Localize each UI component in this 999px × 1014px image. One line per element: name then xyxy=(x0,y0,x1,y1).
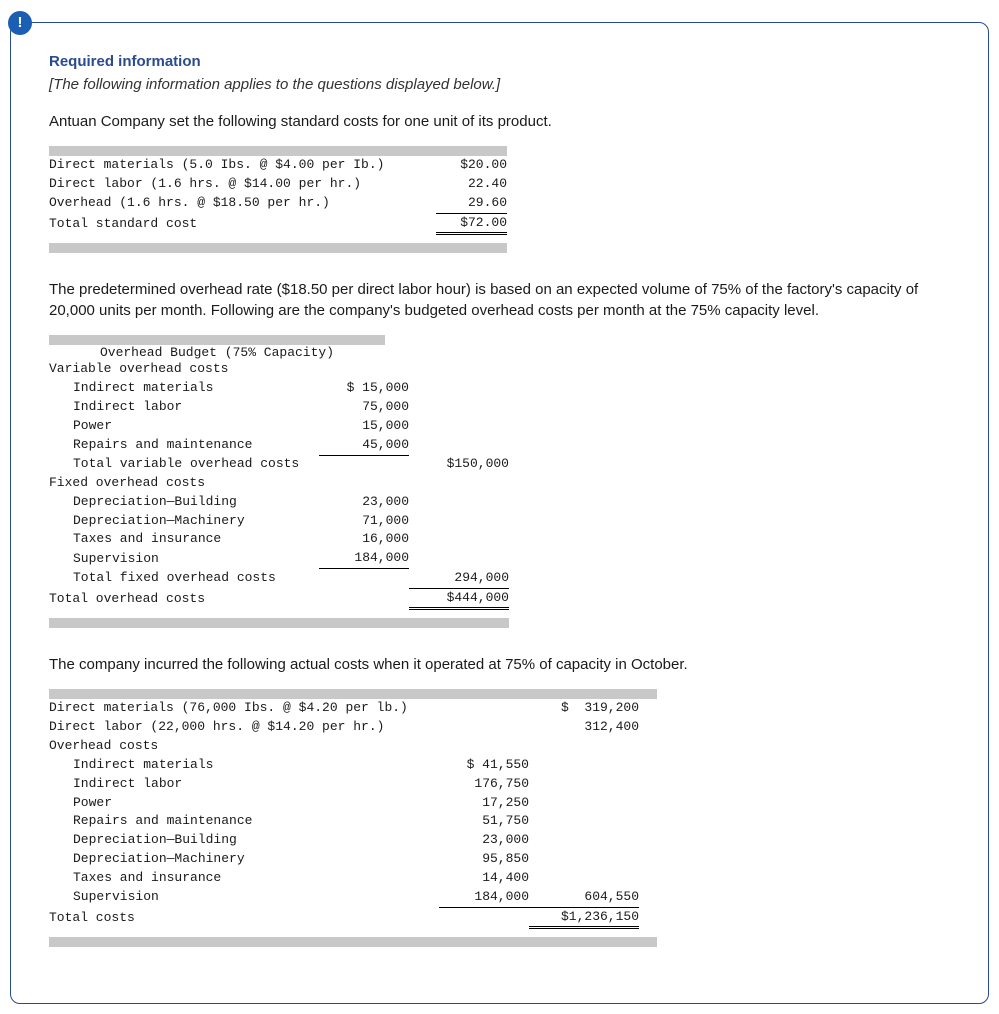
table-total-row: Total standard cost $72.00 xyxy=(49,213,507,234)
table-row: Direct materials (5.0 Ibs. @ $4.00 per I… xyxy=(49,156,507,175)
table-row: Depreciation—Machinery 71,000 xyxy=(49,512,509,531)
predetermined-rate-paragraph: The predetermined overhead rate ($18.50 … xyxy=(49,279,950,321)
table-row: Power 17,250 xyxy=(49,794,639,813)
table-row: Indirect materials $ 41,550 xyxy=(49,756,639,775)
table-row: Taxes and insurance 14,400 xyxy=(49,869,639,888)
table-row: Supervision 184,000 604,550 xyxy=(49,888,639,907)
grand-total-row: Total costs $1,236,150 xyxy=(49,907,639,928)
required-information-title: Required information xyxy=(49,53,950,70)
question-card: ! Required information [The following in… xyxy=(10,22,989,1004)
overhead-budget-title: Overhead Budget (75% Capacity) xyxy=(49,345,385,360)
overhead-budget-table: Overhead Budget (75% Capacity) Variable … xyxy=(49,335,950,628)
table-row: Indirect labor 75,000 xyxy=(49,398,509,417)
table-row: Overhead (1.6 hrs. @ $18.50 per hr.) 29.… xyxy=(49,194,507,213)
table-row: Power 15,000 xyxy=(49,417,509,436)
section-header: Fixed overhead costs xyxy=(49,474,509,493)
table-row: Direct labor (22,000 hrs. @ $14.20 per h… xyxy=(49,718,639,737)
table-row: Depreciation—Building 23,000 xyxy=(49,493,509,512)
section-header: Overhead costs xyxy=(49,737,639,756)
standard-cost-table: Direct materials (5.0 Ibs. @ $4.00 per I… xyxy=(49,146,950,253)
actual-costs-paragraph: The company incurred the following actua… xyxy=(49,654,950,675)
table-row: Indirect labor 176,750 xyxy=(49,775,639,794)
table-row: Depreciation—Building 23,000 xyxy=(49,831,639,850)
table-row: Supervision 184,000 xyxy=(49,549,509,568)
grand-total-row: Total overhead costs $444,000 xyxy=(49,588,509,609)
actual-costs-table: Direct materials (76,000 Ibs. @ $4.20 pe… xyxy=(49,689,950,947)
subtotal-row: Total fixed overhead costs 294,000 xyxy=(49,569,509,588)
table-row: Indirect materials $ 15,000 xyxy=(49,379,509,398)
subtotal-row: Total variable overhead costs $150,000 xyxy=(49,455,509,474)
table-row: Repairs and maintenance 51,750 xyxy=(49,812,639,831)
applies-to-text: [The following information applies to th… xyxy=(49,76,950,93)
table-row: Direct materials (76,000 Ibs. @ $4.20 pe… xyxy=(49,699,639,718)
table-row: Repairs and maintenance 45,000 xyxy=(49,436,509,455)
table-row: Direct labor (1.6 hrs. @ $14.00 per hr.)… xyxy=(49,175,507,194)
section-header: Variable overhead costs xyxy=(49,360,509,379)
info-icon: ! xyxy=(8,11,32,35)
table-row: Depreciation—Machinery 95,850 xyxy=(49,850,639,869)
intro-paragraph: Antuan Company set the following standar… xyxy=(49,111,950,132)
table-row: Taxes and insurance 16,000 xyxy=(49,530,509,549)
